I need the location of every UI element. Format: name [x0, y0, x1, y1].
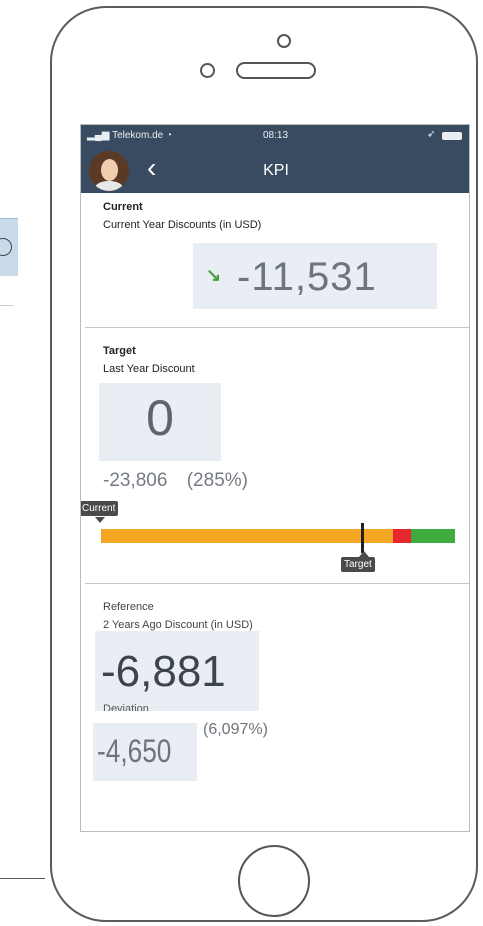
background-list-item [0, 218, 18, 276]
target-deviation: -23,806 (285%) [103, 470, 248, 492]
reference-subtitle: 2 Years Ago Discount (in USD) [103, 619, 253, 631]
current-marker-label: Current [81, 501, 119, 523]
target-marker-label: Target [341, 551, 375, 572]
target-kpi-tile[interactable]: 0 [99, 383, 221, 461]
section-divider [85, 327, 469, 328]
reference-deviation-percent: (6,097%) [203, 721, 268, 738]
phone-screen: ▂▄▆ Telekom.de ◔ 08:13 ➶ ‹ KPI Current C… [80, 124, 470, 832]
reference-deviation-value: -4,650 [97, 733, 172, 769]
target-heading: Target [103, 345, 136, 357]
current-subtitle: Current Year Discounts (in USD) [103, 219, 262, 231]
status-bar: ▂▄▆ Telekom.de ◔ 08:13 ➶ [81, 125, 469, 147]
wifi-icon: ◔ [166, 130, 173, 141]
current-kpi-tile[interactable]: ↘ -11,531 [193, 243, 437, 309]
target-value: 0 [146, 390, 174, 446]
trend-down-icon: ↘ [206, 265, 222, 285]
bullet-range-good [411, 529, 455, 543]
location-icon: ➶ [427, 129, 436, 140]
carrier-label: ▂▄▆ Telekom.de ◔ [87, 130, 173, 141]
bullet-range-below [101, 529, 393, 543]
background-divider [0, 305, 14, 306]
target-marker [361, 523, 364, 553]
reference-heading: Reference [103, 601, 154, 613]
earpiece-speaker-icon [236, 62, 316, 79]
avatar-shirt [95, 181, 123, 191]
reference-kpi-tile[interactable]: -6,881 [95, 631, 259, 711]
battery-icon [442, 132, 462, 140]
background-divider [0, 878, 45, 879]
deviation-label: Deviation [103, 703, 149, 711]
reference-value: -6,881 [101, 647, 226, 696]
target-deviation-value: -23,806 [103, 470, 168, 491]
home-button[interactable] [238, 845, 310, 917]
bullet-range-critical [393, 529, 411, 543]
page-title: KPI [263, 162, 289, 179]
reference-deviation-tile[interactable]: -4,650 [93, 723, 197, 781]
front-camera-icon [277, 34, 291, 48]
proximity-sensor-icon [200, 63, 215, 78]
current-heading: Current [103, 201, 143, 213]
info-icon [0, 238, 12, 256]
signal-icon: ▂▄▆ [87, 130, 110, 141]
status-time: 08:13 [263, 130, 289, 141]
nav-bar: ‹ KPI [81, 147, 469, 193]
bullet-chart [101, 529, 455, 543]
target-deviation-percent: (285%) [186, 470, 248, 491]
target-subtitle: Last Year Discount [103, 363, 195, 375]
section-divider [85, 583, 469, 584]
current-value: -11,531 [237, 255, 377, 299]
